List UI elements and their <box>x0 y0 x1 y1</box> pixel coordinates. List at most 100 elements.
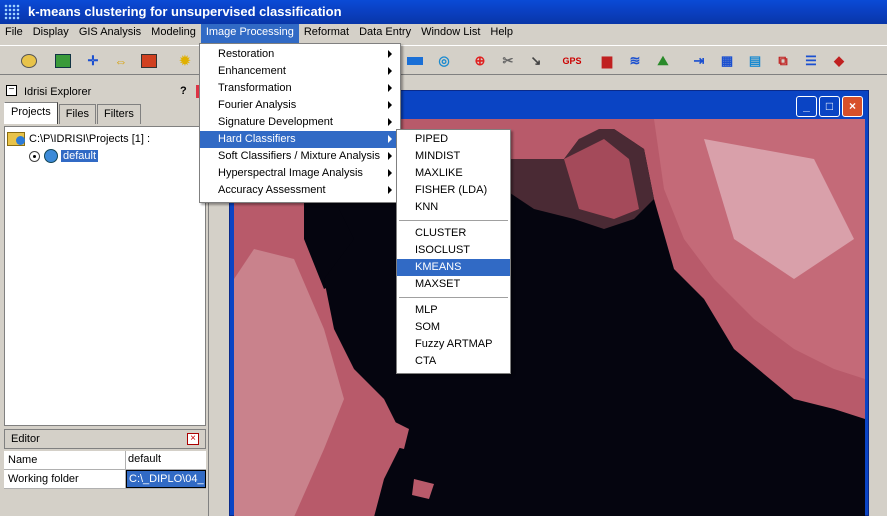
menu-item-cta[interactable]: CTA <box>397 353 510 370</box>
menu-item-hyperspectral[interactable]: Hyperspectral Image Analysis <box>200 165 400 182</box>
idrisi-explorer-panel: − Idrisi Explorer ? × Projects Files Fil… <box>0 80 209 516</box>
tree-root-label: C:\P\IDRISI\Projects [1] : <box>29 133 151 145</box>
hard-classifiers-menu: PIPED MINDIST MAXLIKE FISHER (LDA) KNN C… <box>396 129 511 374</box>
menu-item-restoration[interactable]: Restoration <box>200 46 400 63</box>
menu-item-mindist[interactable]: MINDIST <box>397 148 510 165</box>
tab-filters[interactable]: Filters <box>96 104 141 124</box>
histogram-icon[interactable]: ▆ <box>596 50 618 72</box>
compass-icon[interactable]: ✹ <box>174 50 196 72</box>
submenu-arrow-icon <box>388 101 392 109</box>
menu-item-maxset[interactable]: MAXSET <box>397 276 510 293</box>
target-icon[interactable]: ◎ <box>433 50 455 72</box>
menu-modeling[interactable]: Modeling <box>146 24 201 43</box>
image-processing-menu: Restoration Enhancement Transformation F… <box>199 43 401 203</box>
menu-item-label: Hard Classifiers <box>218 133 296 145</box>
menu-gis-analysis[interactable]: GIS Analysis <box>74 24 146 43</box>
menu-item-fuzzy-artmap[interactable]: Fuzzy ARTMAP <box>397 336 510 353</box>
editor-title: Editor <box>11 433 40 445</box>
menu-item-label: Fourier Analysis <box>218 99 297 111</box>
submenu-arrow-icon <box>388 50 392 58</box>
minimize-button[interactable]: _ <box>796 96 817 117</box>
editor-header: Editor × <box>4 429 206 449</box>
submenu-arrow-icon <box>388 67 392 75</box>
menu-reformat[interactable]: Reformat <box>299 24 354 43</box>
list-icon[interactable]: ☰ <box>800 50 822 72</box>
menu-item-isoclust[interactable]: ISOCLUST <box>397 242 510 259</box>
menu-data-entry[interactable]: Data Entry <box>354 24 416 43</box>
editor-panel: Editor × Name default Working folder C:\… <box>4 429 206 516</box>
menu-item-label: Accuracy Assessment <box>218 184 326 196</box>
property-row: Name default <box>4 451 206 470</box>
lasso-icon[interactable]: ↘ <box>525 50 547 72</box>
menu-display[interactable]: Display <box>28 24 74 43</box>
cut-icon[interactable]: ✂ <box>497 50 519 72</box>
menu-separator <box>397 293 510 302</box>
help-icon[interactable]: ? <box>180 85 192 98</box>
menu-window-list[interactable]: Window List <box>416 24 485 43</box>
menu-help[interactable]: Help <box>485 24 518 43</box>
crosshair-icon[interactable]: ⊕ <box>469 50 491 72</box>
display-map-icon[interactable] <box>52 50 74 72</box>
menu-item-mlp[interactable]: MLP <box>397 302 510 319</box>
flowchart-icon[interactable]: ⧉ <box>772 50 794 72</box>
grid-icon[interactable]: ▤ <box>744 50 766 72</box>
project-radio[interactable] <box>29 150 40 162</box>
menu-item-piped[interactable]: PIPED <box>397 131 510 148</box>
property-key: Name <box>4 451 126 469</box>
menu-item-fourier-analysis[interactable]: Fourier Analysis <box>200 97 400 114</box>
collapse-icon[interactable]: − <box>6 85 17 96</box>
vector-tool-icon[interactable]: ✛ <box>82 50 104 72</box>
menu-item-som[interactable]: SOM <box>397 319 510 336</box>
project-name[interactable]: default <box>61 150 99 162</box>
working-folder-field[interactable]: C:\_DIPLO\04_ <box>126 470 206 488</box>
profile-icon[interactable]: ⛰ <box>652 50 674 72</box>
property-value[interactable]: default <box>126 451 206 469</box>
menu-item-transformation[interactable]: Transformation <box>200 80 400 97</box>
close-button[interactable]: × <box>842 96 863 117</box>
tab-projects[interactable]: Projects <box>4 102 58 124</box>
menu-item-label: Signature Development <box>218 116 333 128</box>
menu-item-hard-classifiers[interactable]: Hard Classifiers <box>200 131 400 148</box>
tree-project-item[interactable]: default <box>29 149 99 163</box>
menu-item-fisher[interactable]: FISHER (LDA) <box>397 182 510 199</box>
menu-item-knn[interactable]: KNN <box>397 199 510 216</box>
menu-item-signature-development[interactable]: Signature Development <box>200 114 400 131</box>
editor-close-icon[interactable]: × <box>187 433 199 445</box>
globe-icon <box>44 149 58 163</box>
waves-icon[interactable]: ≋ <box>624 50 646 72</box>
open-project-icon[interactable] <box>18 50 40 72</box>
menu-item-label: Soft Classifiers / Mixture Analysis <box>218 150 380 162</box>
toolbar: ✛ ⇔ ✹ ◎ ⊕ ✂ ↘ GPS ▆ ≋ ⛰ ⇥ ▦ ▤ ⧉ ☰ ◆ <box>0 45 887 75</box>
gps-icon[interactable]: GPS <box>561 50 583 72</box>
submenu-arrow-icon <box>388 169 392 177</box>
property-row: Working folder C:\_DIPLO\04_ <box>4 470 206 489</box>
explorer-title: Idrisi Explorer <box>24 86 92 98</box>
tab-files[interactable]: Files <box>58 104 96 124</box>
table-icon[interactable]: ▦ <box>716 50 738 72</box>
menu-item-label: Transformation <box>218 82 292 94</box>
menu-item-label: Hyperspectral Image Analysis <box>218 167 363 179</box>
menu-item-soft-classifiers[interactable]: Soft Classifiers / Mixture Analysis <box>200 148 400 165</box>
tree-root[interactable]: C:\P\IDRISI\Projects [1] : <box>7 132 150 146</box>
app-icon[interactable] <box>4 4 20 20</box>
menu-bar: File Display GIS Analysis Modeling Image… <box>0 24 887 43</box>
menu-image-processing[interactable]: Image Processing <box>200 24 299 43</box>
menu-item-kmeans[interactable]: KMEANS <box>397 259 510 276</box>
explorer-header: − Idrisi Explorer ? × <box>4 83 208 101</box>
menu-file[interactable]: File <box>0 24 28 43</box>
menu-item-enhancement[interactable]: Enhancement <box>200 63 400 80</box>
menu-separator <box>397 216 510 225</box>
measure-icon[interactable] <box>404 50 426 72</box>
project-tree: C:\P\IDRISI\Projects [1] : default <box>4 126 206 426</box>
submenu-arrow-icon <box>388 118 392 126</box>
swap-arrows-icon[interactable]: ⇔ <box>110 50 132 72</box>
import-icon[interactable]: ⇥ <box>688 50 710 72</box>
menu-item-maxlike[interactable]: MAXLIKE <box>397 165 510 182</box>
menu-item-cluster[interactable]: CLUSTER <box>397 225 510 242</box>
layers-icon[interactable] <box>138 50 160 72</box>
explorer-tabs: Projects Files Filters <box>4 102 142 126</box>
menu-item-accuracy-assessment[interactable]: Accuracy Assessment <box>200 182 400 199</box>
submenu-arrow-icon <box>388 84 392 92</box>
maximize-button[interactable]: □ <box>819 96 840 117</box>
layer-stack-icon[interactable]: ◆ <box>828 50 850 72</box>
